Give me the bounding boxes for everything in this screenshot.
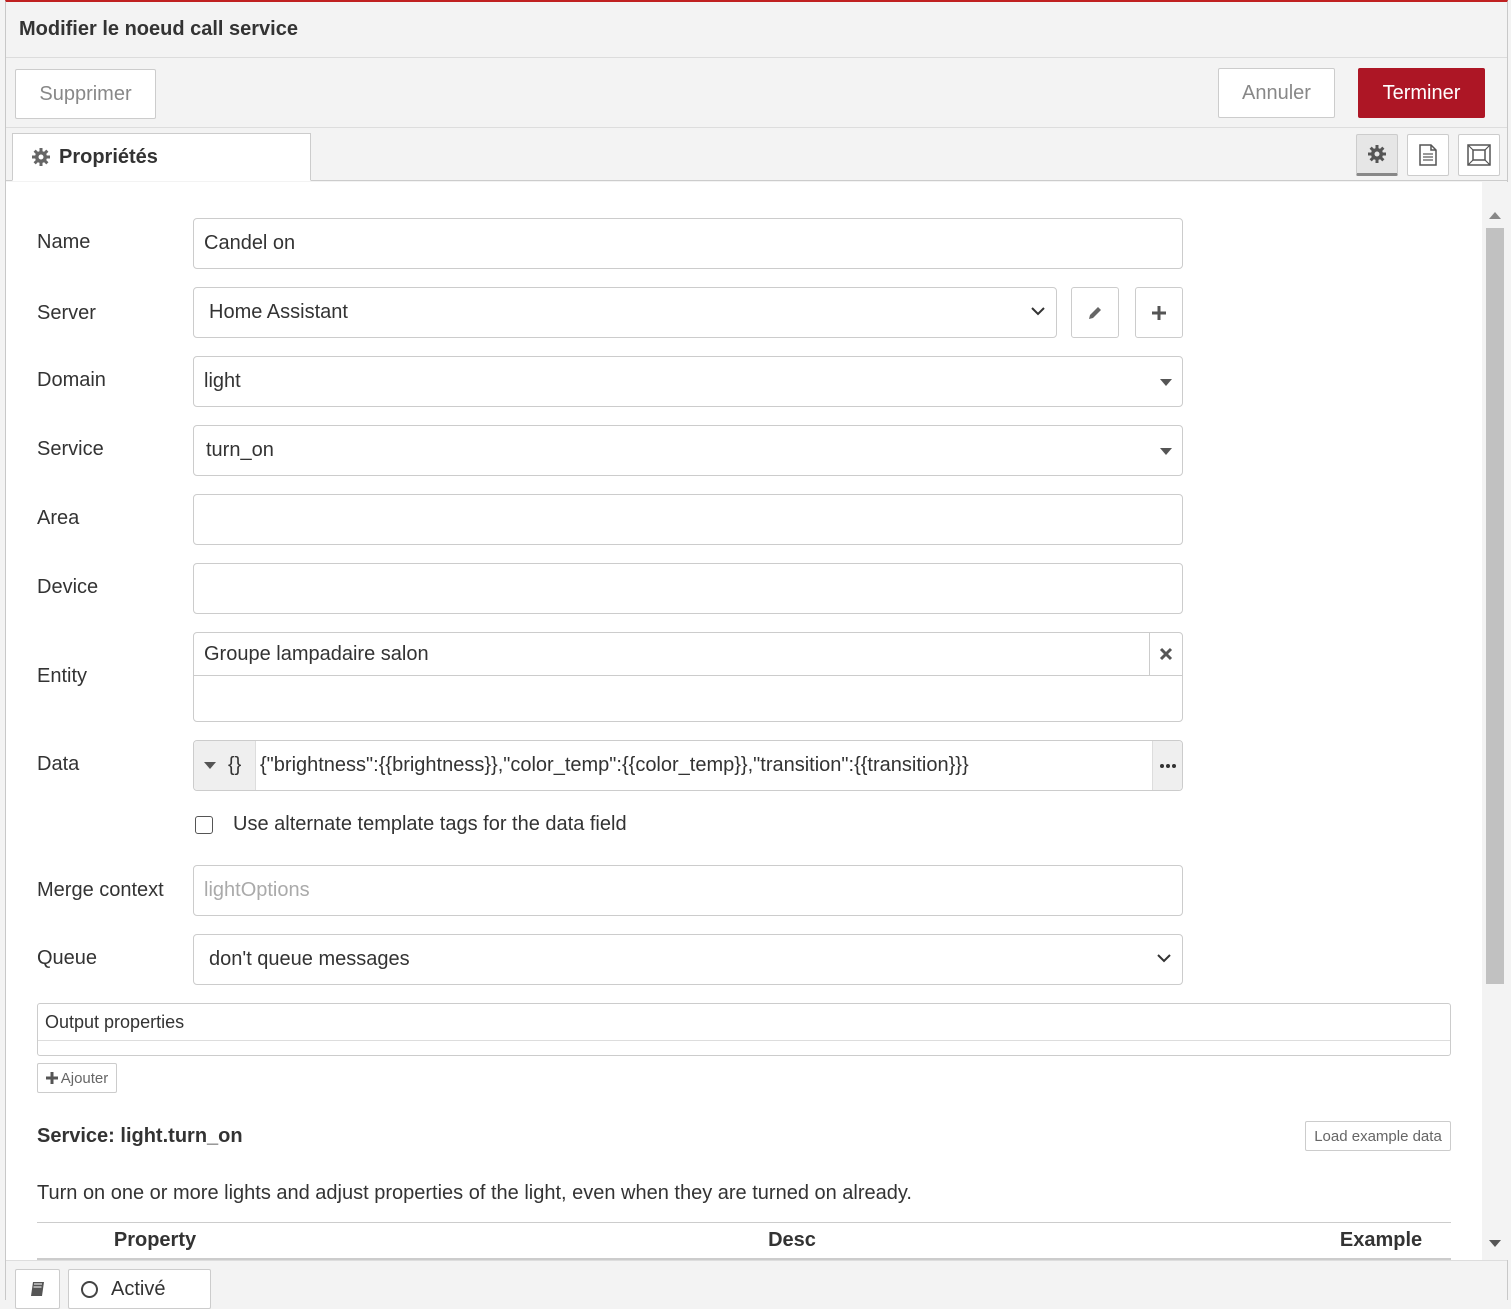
area-label: Area	[37, 507, 80, 529]
output-properties-legend: Output properties	[45, 1012, 185, 1032]
close-icon	[1159, 647, 1173, 661]
entity-label: Entity	[37, 665, 88, 687]
tab-appearance-button[interactable]	[1458, 134, 1500, 176]
area-input[interactable]	[193, 494, 1183, 545]
tab-bar: Propriétés	[6, 128, 1507, 181]
circle-icon	[81, 1280, 98, 1298]
tray-header: Modifier le noeud call service	[6, 2, 1507, 58]
merge-context-label: Merge context	[37, 879, 164, 901]
name-label: Name	[37, 231, 91, 253]
data-value: {"brightness":{{brightness}},"color_temp…	[260, 754, 969, 776]
alt-tags-label: Use alternate template tags for the data…	[233, 813, 627, 835]
scroll-up-arrow-icon[interactable]	[1489, 212, 1501, 219]
node-status-toggle[interactable]: Activé	[68, 1269, 211, 1309]
tray-title: Modifier le noeud call service	[19, 18, 298, 40]
done-button[interactable]: Terminer	[1358, 68, 1485, 118]
data-typed-input[interactable]: {} {"brightness":{{brightness}},"color_t…	[193, 740, 1183, 791]
frame-icon	[1467, 144, 1491, 166]
load-example-button[interactable]: Load example data	[1305, 1121, 1451, 1151]
chevron-down-icon	[1157, 954, 1171, 963]
expand-editor-button[interactable]	[1152, 741, 1182, 790]
remove-entity-button[interactable]	[1150, 633, 1182, 676]
column-header-example: Example	[1311, 1222, 1451, 1260]
delete-button[interactable]: Supprimer	[15, 69, 156, 119]
entity-selector[interactable]: Groupe lampadaire salon	[193, 632, 1183, 722]
service-input[interactable]: turn_on	[193, 425, 1183, 476]
add-output-button[interactable]: Ajouter	[37, 1063, 117, 1093]
name-value: Candel on	[204, 232, 296, 254]
tab-properties-label: Propriétés	[59, 145, 158, 168]
merge-context-input[interactable]: lightOptions	[193, 865, 1183, 916]
entity-search-input[interactable]	[194, 676, 1182, 722]
device-label: Device	[37, 576, 99, 598]
document-icon	[1419, 144, 1437, 166]
device-input[interactable]	[193, 563, 1183, 614]
service-label: Service	[37, 438, 104, 460]
edit-server-button[interactable]	[1071, 287, 1119, 338]
queue-value: don't queue messages	[209, 948, 410, 970]
gear-icon	[1368, 145, 1386, 163]
alt-tags-checkbox[interactable]	[195, 816, 213, 834]
node-help-button[interactable]	[15, 1269, 60, 1309]
output-properties-list: Output properties	[37, 1003, 1451, 1056]
ellipsis-icon	[1159, 763, 1176, 768]
domain-value: light	[204, 370, 241, 392]
data-label: Data	[37, 753, 80, 775]
caret-down-icon	[204, 762, 216, 769]
domain-label: Domain	[37, 369, 106, 391]
status-label: Activé	[111, 1277, 166, 1300]
gear-icon	[32, 148, 50, 166]
json-type-icon: {}	[228, 754, 242, 776]
book-icon	[30, 1282, 44, 1296]
tab-description-button[interactable]	[1407, 134, 1449, 176]
tray-footer: Activé	[6, 1260, 1507, 1309]
entity-value: Groupe lampadaire salon	[204, 642, 429, 665]
edit-tray: Modifier le noeud call service Supprimer…	[5, 0, 1508, 1309]
entity-tag: Groupe lampadaire salon	[194, 633, 1150, 676]
plus-icon	[1152, 305, 1166, 320]
add-output-label: Ajouter	[60, 1069, 109, 1087]
service-description: Turn on one or more lights and adjust pr…	[37, 1182, 912, 1204]
server-label: Server	[37, 302, 96, 324]
queue-label: Queue	[37, 947, 98, 969]
add-server-button[interactable]	[1135, 287, 1183, 338]
server-value: Home Assistant	[209, 301, 348, 323]
chevron-down-icon	[1031, 307, 1045, 316]
scrollbar[interactable]	[1482, 182, 1508, 1260]
pencil-icon	[1089, 306, 1101, 319]
tray-toolbar: Supprimer Annuler Terminer	[6, 58, 1507, 128]
name-input[interactable]: Candel on	[193, 218, 1183, 269]
column-header-desc: Desc	[273, 1222, 1311, 1260]
scrollbar-thumb[interactable]	[1486, 228, 1504, 984]
service-info-title: Service: light.turn_on	[37, 1125, 243, 1147]
cancel-button[interactable]: Annuler	[1218, 68, 1335, 118]
merge-context-placeholder: lightOptions	[204, 879, 310, 901]
server-select[interactable]: Home Assistant	[193, 287, 1057, 338]
properties-panel: Name Candel on Server Home Assistant Dom…	[6, 182, 1482, 1260]
queue-select[interactable]: don't queue messages	[193, 934, 1183, 985]
column-header-property: Property	[37, 1222, 273, 1260]
caret-down-icon	[1160, 448, 1172, 455]
tab-settings-button[interactable]	[1356, 134, 1398, 176]
domain-input[interactable]: light	[193, 356, 1183, 407]
plus-icon	[45, 1072, 58, 1084]
data-type-selector[interactable]: {}	[194, 741, 256, 790]
divider	[38, 1040, 1450, 1041]
service-fields-table: Property Desc Example	[37, 1222, 1451, 1260]
tab-properties[interactable]: Propriétés	[12, 133, 311, 181]
service-value: turn_on	[206, 439, 274, 461]
caret-down-icon	[1160, 379, 1172, 386]
scroll-down-arrow-icon[interactable]	[1489, 1240, 1501, 1247]
